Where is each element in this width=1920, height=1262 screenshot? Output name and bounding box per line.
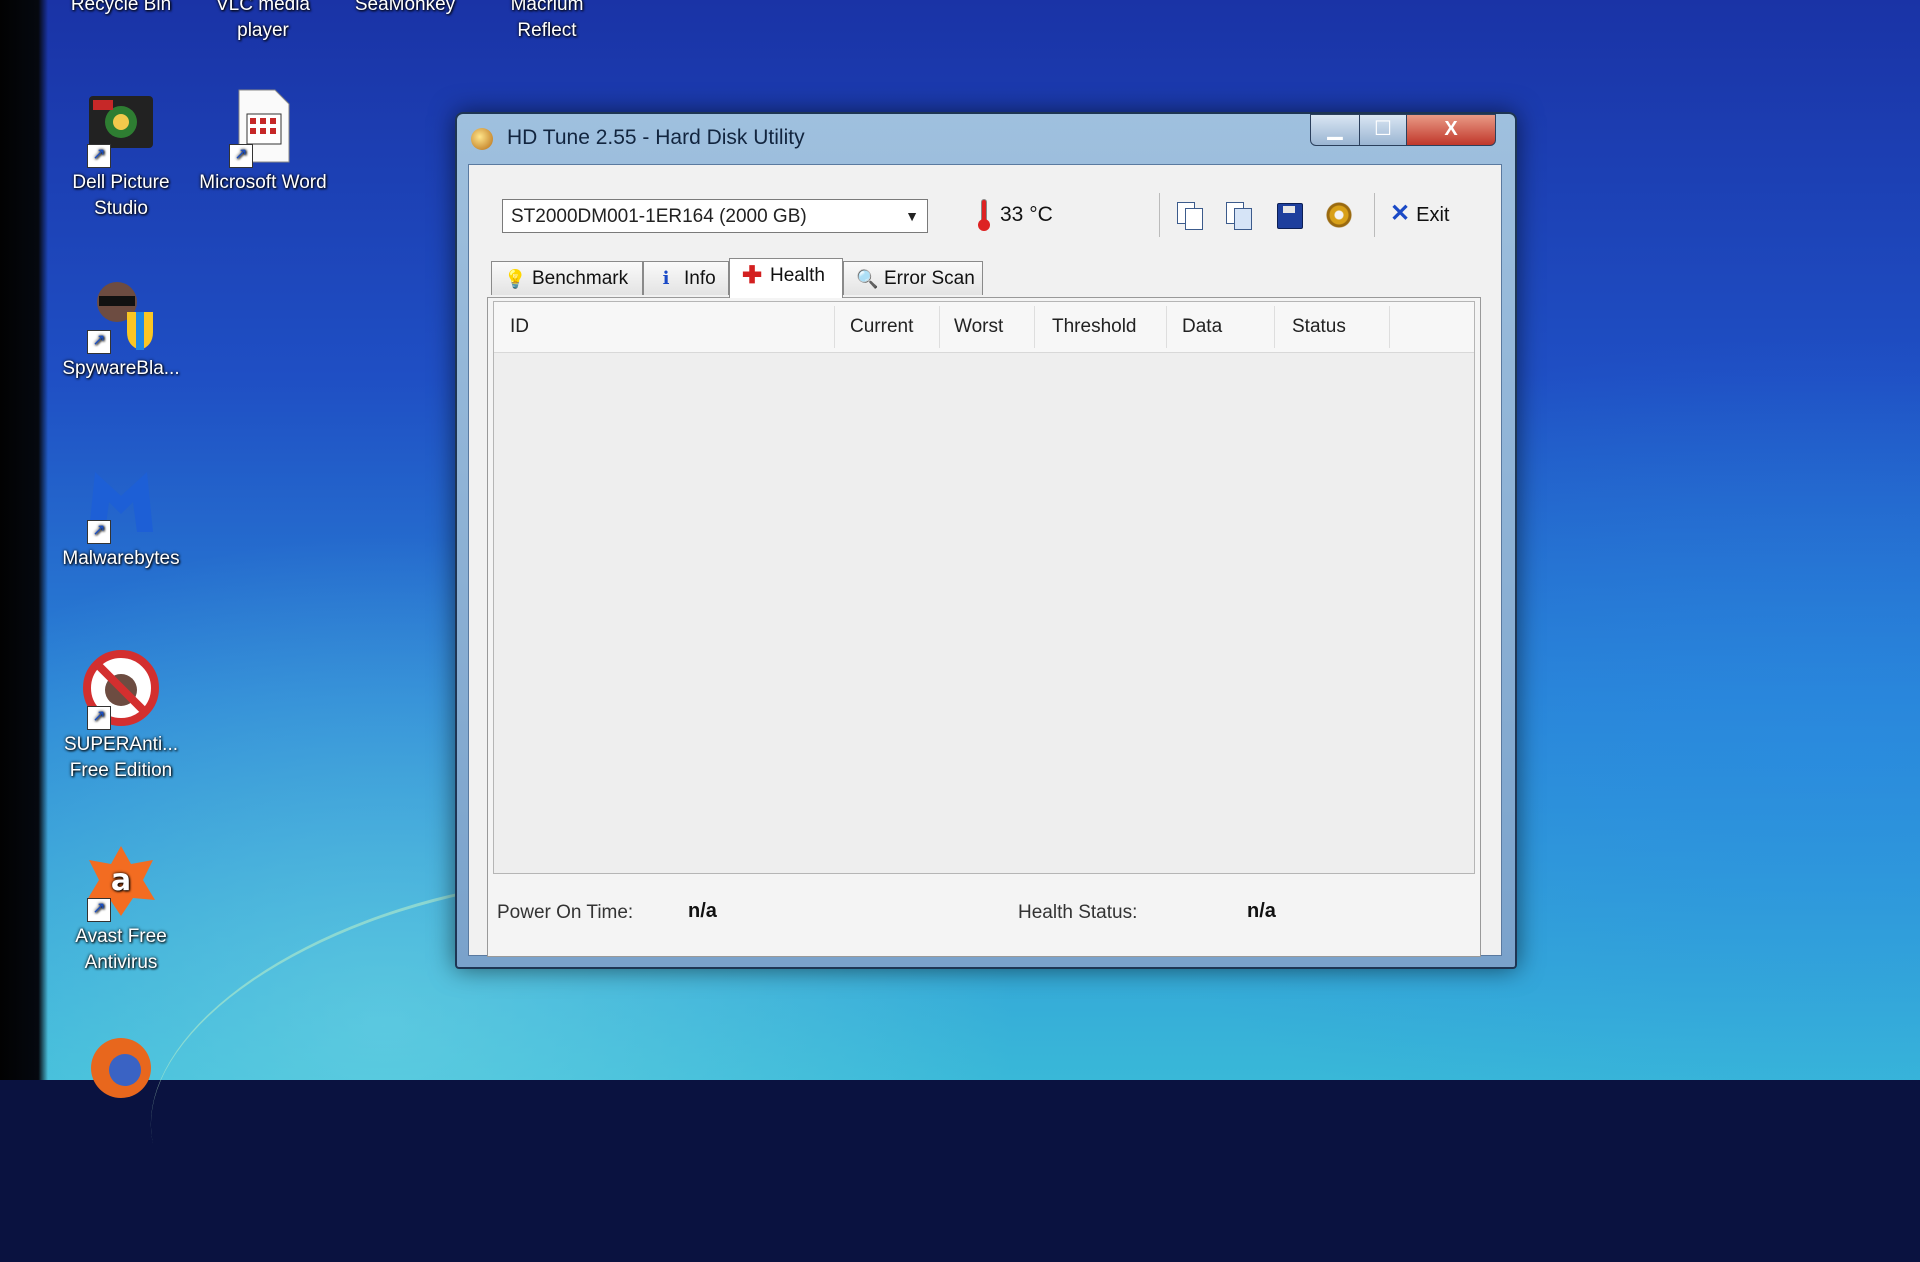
desktop-icon-label: VLC media player (216, 0, 310, 41)
tab-error-scan[interactable]: 🔍 Error Scan (843, 261, 983, 295)
health-panel: ID Current Worst Threshold Data Status P… (487, 297, 1481, 957)
desktop-icon-label: Recycle Bin (70, 0, 172, 15)
drive-select-value: ST2000DM001-1ER164 (2000 GB) (511, 206, 807, 227)
tab-label: Benchmark (532, 268, 629, 289)
health-status-value: n/a (1247, 900, 1276, 922)
copy-screenshot-button[interactable] (1224, 200, 1254, 230)
hdtune-window[interactable]: HD Tune 2.55 - Hard Disk Utility ▁ ☐ X S… (455, 112, 1517, 969)
shortcut-arrow-icon: ↗ (87, 520, 111, 544)
shortcut-arrow-icon: ↗ (87, 706, 111, 730)
copy-text-button[interactable] (1175, 200, 1205, 230)
column-header-data[interactable]: Data (1182, 316, 1222, 338)
shortcut-arrow-icon: ↗ (87, 144, 111, 168)
firefox-icon (81, 1028, 161, 1108)
exit-x-icon: ✕ (1390, 200, 1411, 227)
tab-benchmark[interactable]: 💡 Benchmark (491, 261, 643, 295)
desktop-icon-recycle-bin[interactable]: Recycle Bin (56, 0, 186, 18)
column-divider (1034, 306, 1035, 348)
column-divider (1166, 306, 1167, 348)
desktop-icon-label: Macrium Reflect (510, 0, 584, 41)
desktop-icon-vlc[interactable]: VLC media player (198, 0, 328, 44)
close-button[interactable]: X (1406, 114, 1496, 146)
info-icon: i (662, 268, 670, 289)
column-divider (1389, 306, 1390, 348)
magnifier-icon: 🔍 (856, 269, 879, 289)
column-header-id[interactable]: ID (510, 316, 529, 338)
desktop-icon-superantispyware[interactable]: ↗ SUPERAnti... Free Edition (56, 648, 186, 784)
column-header-current[interactable]: Current (850, 316, 913, 338)
desktop-icon-label: SUPERAnti... Free Edition (63, 734, 179, 781)
desktop-icon-spywareblaster[interactable]: ↗ SpywareBla... (56, 272, 186, 382)
smart-attribute-table[interactable]: ID Current Worst Threshold Data Status (493, 301, 1475, 874)
desktop-icon-label: Microsoft Word (199, 172, 327, 193)
options-icon (1326, 202, 1352, 228)
tab-health[interactable]: ✚ Health (729, 258, 843, 298)
desktop-icon-label: Avast Free Antivirus (75, 926, 167, 973)
exit-button[interactable]: ✕ Exit (1390, 199, 1449, 230)
column-header-worst[interactable]: Worst (954, 316, 1003, 338)
malwarebytes-icon: ↗ (81, 462, 161, 544)
desktop-icon-seamonkey[interactable]: SeaMonkey (340, 0, 470, 18)
save-button[interactable] (1274, 200, 1304, 230)
spywareblaster-icon: ↗ (81, 272, 161, 354)
column-divider (1274, 306, 1275, 348)
tab-info[interactable]: i Info (643, 261, 729, 295)
health-cross-icon: ✚ (742, 262, 763, 289)
shortcut-arrow-icon: ↗ (229, 144, 253, 168)
maximize-button[interactable]: ☐ (1359, 114, 1407, 146)
toolbar-separator (1159, 193, 1160, 237)
chevron-down-icon[interactable]: ▼ (897, 200, 927, 232)
thermometer-icon (977, 199, 991, 231)
desktop-icon-label: SeaMonkey (354, 0, 456, 15)
health-status-label: Health Status: (1018, 902, 1138, 923)
superantispyware-icon: ↗ (81, 648, 161, 730)
desktop-icon-macrium-reflect[interactable]: Macrium Reflect (482, 0, 612, 44)
power-on-time-label: Power On Time: (497, 902, 634, 923)
window-client-area: ST2000DM001-1ER164 (2000 GB) ▼ 33 °C ✕ Ex (468, 164, 1502, 957)
dell-picture-studio-icon: ↗ (81, 86, 161, 168)
desktop-icon-label: Malwarebytes (62, 548, 180, 569)
exit-label: Exit (1416, 204, 1450, 226)
shortcut-arrow-icon: ↗ (87, 330, 111, 354)
word-document-icon: ↗ (223, 86, 303, 168)
svg-text:a: a (111, 863, 131, 898)
desktop-icon-dell-picture-studio[interactable]: ↗ Dell Picture Studio (56, 86, 186, 222)
column-divider (834, 306, 835, 348)
options-button[interactable] (1324, 200, 1354, 230)
maximize-icon: ☐ (1374, 118, 1392, 140)
desktop-icon-label: Dell Picture Studio (72, 172, 170, 219)
tab-label: Info (684, 268, 716, 289)
column-header-threshold[interactable]: Threshold (1052, 316, 1137, 338)
lightbulb-icon: 💡 (504, 269, 527, 289)
desktop-icon-label: SpywareBla... (62, 358, 180, 379)
tab-label: Error Scan (884, 268, 975, 289)
drive-temperature: 33 °C (1000, 203, 1053, 226)
window-title: HD Tune 2.55 - Hard Disk Utility (507, 126, 805, 149)
drive-select[interactable]: ST2000DM001-1ER164 (2000 GB) ▼ (502, 199, 928, 233)
minimize-button[interactable]: ▁ (1310, 114, 1360, 146)
health-status-bar: Power On Time: n/a Health Status: n/a (493, 880, 1473, 950)
column-divider (939, 306, 940, 348)
desktop-icon-firefox[interactable] (56, 1028, 186, 1112)
column-header-status[interactable]: Status (1292, 316, 1346, 338)
minimize-icon: ▁ (1327, 118, 1343, 140)
toolbar-separator (1374, 193, 1375, 237)
desktop-icon-microsoft-word[interactable]: ↗ Microsoft Word (198, 86, 328, 196)
power-on-time-value: n/a (688, 900, 717, 922)
tab-label: Health (770, 265, 825, 286)
avast-icon: a ↗ (81, 840, 161, 922)
monitor-bezel (0, 0, 48, 1080)
desktop-icon-malwarebytes[interactable]: ↗ Malwarebytes (56, 462, 186, 572)
desktop-icon-avast[interactable]: a ↗ Avast Free Antivirus (56, 840, 186, 976)
save-icon (1277, 203, 1303, 229)
close-icon: X (1444, 118, 1458, 140)
table-header: ID Current Worst Threshold Data Status (494, 302, 1474, 353)
title-bar[interactable]: HD Tune 2.55 - Hard Disk Utility ▁ ☐ X (457, 114, 1515, 164)
hdtune-app-icon (471, 128, 493, 150)
shortcut-arrow-icon: ↗ (87, 898, 111, 922)
